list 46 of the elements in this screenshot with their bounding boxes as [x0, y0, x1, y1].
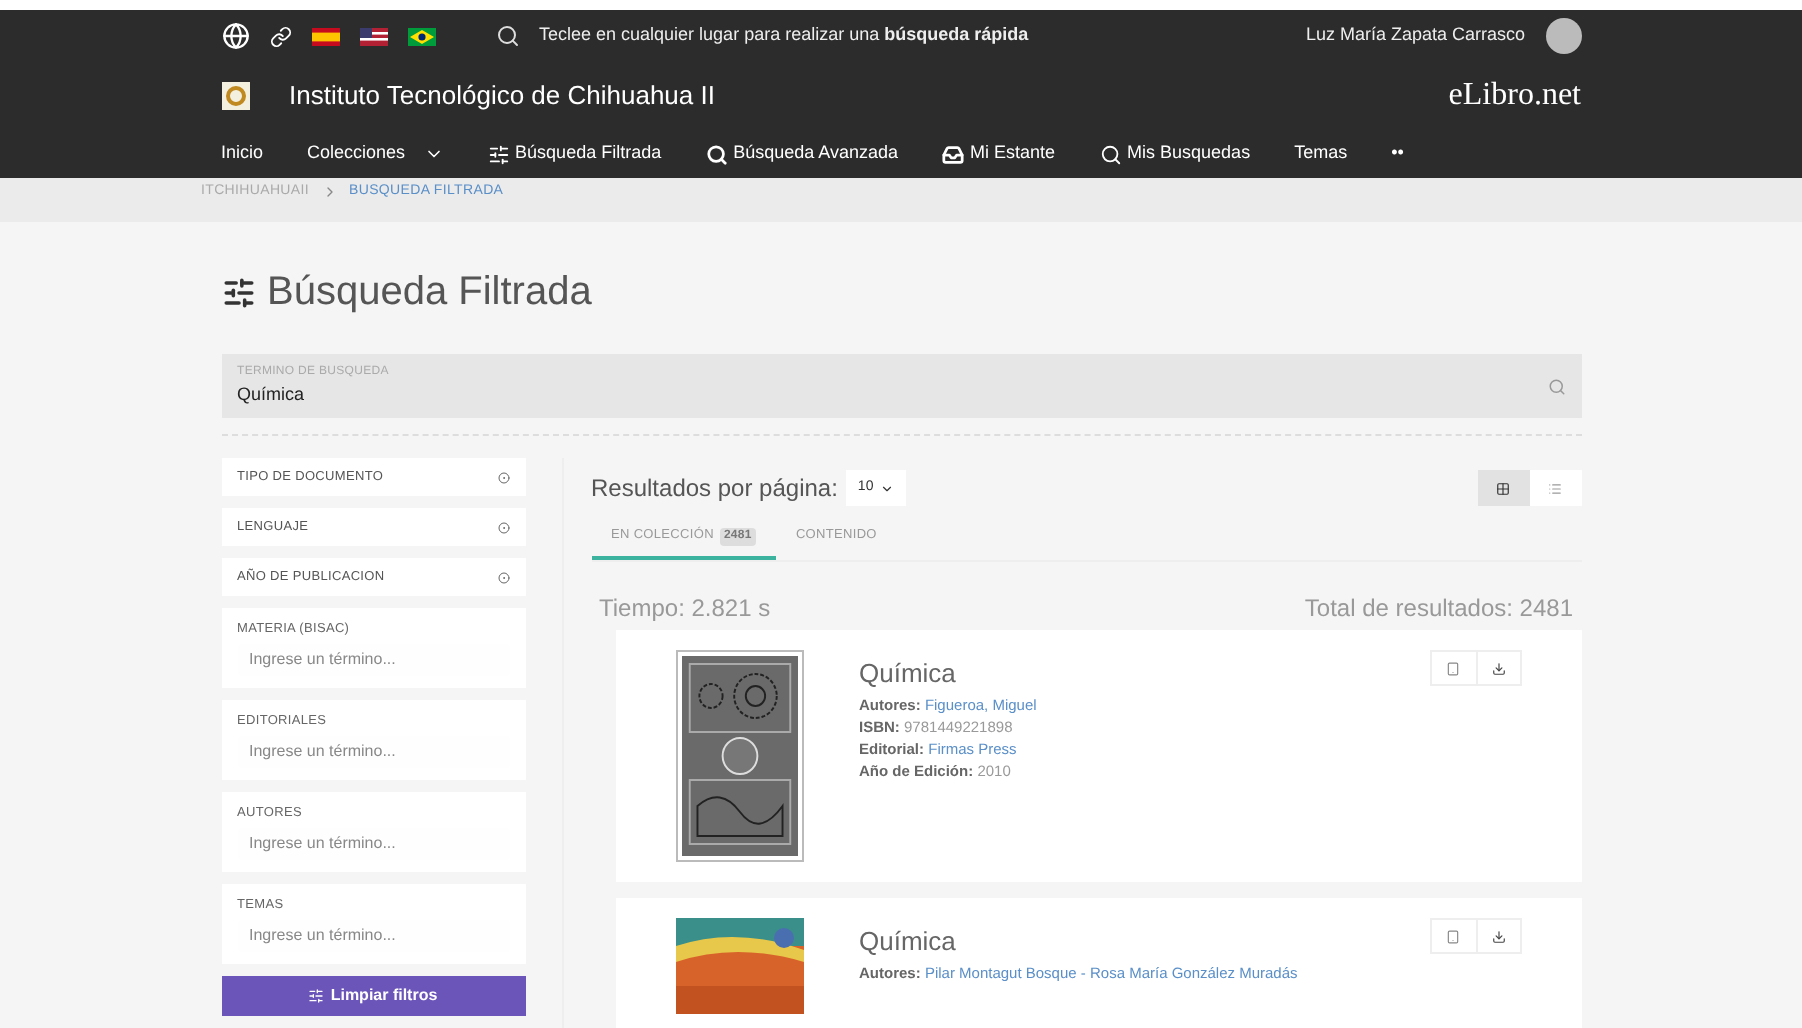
nav-link[interactable]: Temas [1294, 140, 1348, 168]
search-icon [1099, 143, 1122, 165]
grid-icon [1496, 481, 1510, 495]
search-time: Tiempo: 2.821 s [599, 592, 771, 626]
download-icon [1491, 661, 1505, 675]
grid-view-button[interactable] [1477, 470, 1529, 506]
institution-name: Instituto Tecnológico de Chihuahua II [289, 78, 715, 115]
tablet-icon [1446, 661, 1460, 675]
flag-icon[interactable] [407, 27, 435, 45]
total-results: Total de resultados: 2481 [1304, 592, 1573, 626]
sliders-icon [308, 988, 325, 1004]
nav-link[interactable]: Mi Estante [942, 140, 1056, 168]
search-icon [705, 143, 728, 165]
nav-link[interactable]: Inicio [221, 140, 264, 168]
user-name[interactable]: Luz María Zapata Carrasco [1305, 22, 1525, 50]
search-icon [495, 24, 519, 48]
nav-link[interactable]: Mis Busquedas [1099, 140, 1251, 168]
list-icon [1548, 481, 1562, 495]
nav-link[interactable]: •• [1391, 140, 1404, 168]
nav-link[interactable]: Colecciones [307, 140, 444, 168]
toggle-icon [497, 571, 509, 583]
nav-link[interactable]: Búsqueda Avanzada [705, 140, 898, 168]
book-title[interactable]: Química [859, 654, 1037, 693]
toggle-icon [497, 521, 509, 533]
search-icon[interactable] [1547, 377, 1565, 395]
toggle-icon [497, 471, 509, 483]
download-icon [1491, 929, 1505, 943]
site-logo[interactable]: eLibro.net [1448, 72, 1581, 120]
link-icon[interactable] [269, 25, 291, 47]
nav-link[interactable]: Búsqueda Filtrada [487, 140, 662, 168]
per-page-label: Resultados por página: [591, 472, 838, 506]
quick-search-hint: Teclee en cualquier lugar para realizar una búsqueda rápida [539, 22, 1029, 49]
page-title: Búsqueda Filtrada [267, 268, 592, 318]
clear-filters-button[interactable]: Limpiar filtros [221, 976, 525, 1016]
flag-icon[interactable] [311, 27, 339, 45]
sliders-icon [221, 275, 255, 309]
flag-icon[interactable] [359, 27, 387, 45]
sliders-icon [487, 143, 510, 165]
book-title[interactable]: Química [859, 922, 1298, 961]
tablet-icon [1446, 929, 1460, 943]
field-value: Química [237, 381, 307, 408]
inbox-icon [942, 143, 964, 165]
caret-icon [879, 481, 894, 495]
globe-icon[interactable] [221, 22, 249, 50]
logo-icon [221, 82, 249, 110]
avatar-icon[interactable] [1545, 18, 1581, 54]
